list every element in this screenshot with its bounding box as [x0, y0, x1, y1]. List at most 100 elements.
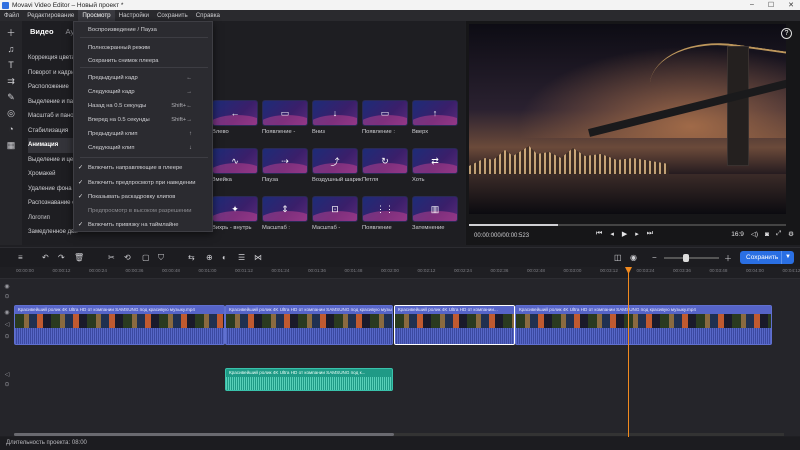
more-tools-icon[interactable]: ▦	[5, 139, 17, 151]
transition-item[interactable]: ▭ Появление -	[262, 100, 308, 136]
video-track-mute-icon[interactable]: ◁	[0, 321, 14, 328]
menu-save[interactable]: Сохранить	[153, 10, 192, 21]
transitions-icon[interactable]: ⇉	[5, 75, 17, 87]
menu-item[interactable]: Сохранить снимок плеера	[74, 55, 214, 67]
video-clip[interactable]: Красивейший ролик 4K Ultra HD от компани…	[515, 305, 772, 345]
playhead[interactable]	[625, 267, 632, 437]
category-item[interactable]: Масштаб и панор.	[28, 109, 78, 124]
add-icon[interactable]: ＋	[5, 27, 17, 39]
shield-icon[interactable]: ⛉	[158, 253, 164, 263]
video-preview[interactable]	[469, 24, 786, 214]
transition-item[interactable]: ⇕ Масштаб :	[262, 196, 308, 232]
player-seekbar[interactable]	[469, 224, 786, 226]
category-item[interactable]: Распознавание св.	[28, 196, 78, 211]
zoom-slider-handle[interactable]	[683, 254, 689, 262]
transition-item[interactable]: ← Влево	[212, 100, 258, 136]
volume-icon[interactable]: ◁)	[751, 230, 758, 238]
category-item[interactable]: Расположение	[28, 80, 78, 95]
audio-clip[interactable]: Красивейший ролик 4K Ultra HD от компани…	[225, 368, 393, 391]
aspect-ratio-select[interactable]: 16:9	[731, 231, 744, 238]
audio-track-lock-icon[interactable]: ⊙	[0, 381, 14, 388]
crop-icon[interactable]: ▢	[142, 253, 150, 262]
transition-item[interactable]: ⇄ Хоть	[412, 148, 458, 184]
snap-icon[interactable]: ◫	[614, 253, 622, 262]
timeline-scrollbar[interactable]	[14, 433, 784, 436]
menu-settings[interactable]: Настройки	[115, 10, 153, 21]
track-visibility-icon[interactable]: ◉	[0, 283, 14, 290]
menu-item[interactable]: ✓ Включить предпросмотр при наведении	[74, 177, 214, 189]
transition-item[interactable]: ▭ Появление :	[362, 100, 408, 136]
zoom-slider[interactable]	[664, 257, 719, 259]
prev-frame-icon[interactable]: ◂	[610, 230, 614, 238]
category-item[interactable]: Поворот и кадрир.	[28, 66, 78, 81]
fullscreen-icon[interactable]: ⤢	[776, 230, 781, 238]
next-frame-icon[interactable]: ▸	[635, 230, 639, 238]
transition-item[interactable]: ∿ Змейка	[212, 148, 258, 184]
transition-item[interactable]: ↓ Вниз	[312, 100, 358, 136]
settings-gear-icon[interactable]: ⚙	[788, 230, 794, 238]
video-clip-selected[interactable]: Красивейший ролик 4K Ultra HD от компани…	[394, 305, 515, 345]
tracks-icon[interactable]: ≡	[18, 253, 23, 262]
chevron-down-icon[interactable]: ▼	[785, 251, 791, 264]
split-icon[interactable]: ⊕	[206, 253, 213, 262]
menu-edit[interactable]: Редактирование	[23, 10, 78, 21]
menu-item[interactable]: Полноэкранный режим	[74, 42, 214, 54]
menu-item[interactable]: ✓ Показывать раскадровку клипов	[74, 191, 214, 203]
menu-item[interactable]: Следующий клип ↓	[74, 142, 214, 154]
menu-item[interactable]: Предпросмотр в высоком разрешении	[74, 205, 214, 217]
zoom-in-icon[interactable]: ＋	[724, 253, 732, 264]
stickers-icon[interactable]: ◔	[5, 123, 17, 135]
color-adjust-icon[interactable]: ◐	[222, 253, 227, 262]
transition-item[interactable]: ↑ Вверх	[412, 100, 458, 136]
text-icon[interactable]: T	[5, 59, 17, 71]
transition-item[interactable]: ↻ Петля	[362, 148, 408, 184]
transition-wizard-icon[interactable]: ⋈	[254, 253, 262, 262]
audio-track-mute-icon[interactable]: ◁	[0, 371, 14, 378]
menu-view[interactable]: Просмотр	[78, 10, 115, 21]
maximize-icon[interactable]: ☐	[768, 1, 774, 9]
play-icon[interactable]: ▶	[622, 230, 627, 238]
transition-item[interactable]: ⇢ Пауза	[262, 148, 308, 184]
menu-item[interactable]: Следующий кадр →	[74, 86, 214, 98]
menu-item[interactable]: Воспроизведение / Пауза	[74, 24, 214, 36]
category-item-active[interactable]: Анимация	[28, 138, 78, 153]
close-icon[interactable]: ✕	[788, 1, 794, 9]
equalizer-icon[interactable]: ☰	[238, 253, 245, 262]
menu-item[interactable]: Вперед на 0.5 секунды Shift+→	[74, 114, 214, 126]
marker-icon[interactable]: ◉	[630, 253, 637, 262]
transition-item[interactable]: ✦ Вихрь - внутрь	[212, 196, 258, 232]
tab-video[interactable]: Видео	[30, 27, 54, 36]
zoom-out-icon[interactable]: −	[652, 253, 657, 262]
video-clip[interactable]: Красивейший ролик 4K Ultra HD от компани…	[14, 305, 225, 345]
speed-icon[interactable]: ⇆	[188, 253, 195, 262]
magic-wand-icon[interactable]: ✎	[5, 91, 17, 103]
track-lock-icon[interactable]: ⊙	[0, 293, 14, 300]
transition-item[interactable]: ⊡ Масштаб -	[312, 196, 358, 232]
transition-item[interactable]: ▥ Затемнение	[412, 196, 458, 232]
category-item[interactable]: Логотип	[28, 211, 78, 226]
minimize-icon[interactable]: –	[750, 1, 754, 9]
category-item[interactable]: Выделение и панор.	[28, 95, 78, 110]
scrollbar-thumb[interactable]	[14, 433, 394, 436]
category-item[interactable]: Стабилизация	[28, 124, 78, 139]
timeline-ruler[interactable]: 00:00:00 00:00:12 00:00:24 00:00:36 00:00:48…	[0, 267, 800, 279]
prev-clip-icon[interactable]: ⏮	[596, 230, 602, 238]
category-item[interactable]: Выделение и цен.	[28, 153, 78, 168]
menu-help[interactable]: Справка	[192, 10, 224, 21]
next-clip-icon[interactable]: ⏭	[647, 230, 653, 238]
menu-item[interactable]: Назад на 0.5 секунды Shift+←	[74, 100, 214, 112]
cut-icon[interactable]: ✂	[108, 253, 115, 262]
menu-item[interactable]: Предыдущий клип ↑	[74, 128, 214, 140]
rotate-icon[interactable]: ⟲	[124, 253, 131, 262]
save-button[interactable]: Сохранить ▼	[740, 251, 794, 264]
delete-icon[interactable]: 🗑	[74, 253, 84, 262]
help-icon[interactable]: ?	[781, 28, 792, 39]
snapshot-icon[interactable]: ◙	[765, 231, 769, 238]
category-item[interactable]: Хромакей	[28, 167, 78, 182]
category-item[interactable]: Коррекция цвета	[28, 51, 78, 66]
menu-item[interactable]: ✓ Включить привязку на таймлайне	[74, 219, 214, 231]
transition-item[interactable]: ⤴ Воздушный шарик	[312, 148, 362, 184]
menu-file[interactable]: Файл	[0, 10, 23, 21]
undo-icon[interactable]: ↶	[42, 253, 49, 262]
video-track-lock-icon[interactable]: ⊙	[0, 333, 14, 340]
